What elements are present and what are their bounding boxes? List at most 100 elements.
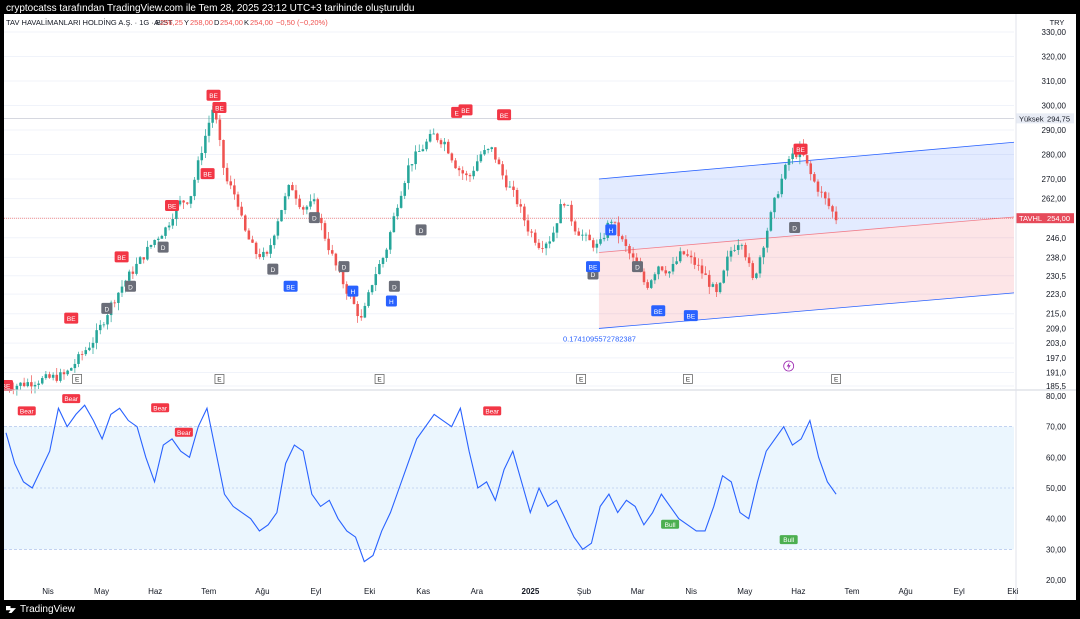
screenshot-frame: cryptocatss tarafından TradingView.com i… <box>0 0 1080 619</box>
x-axis-label-15: Tem <box>844 587 859 596</box>
candle-body <box>33 384 37 387</box>
candle-body <box>229 181 233 186</box>
signal-marker-text-9: BE <box>203 172 212 179</box>
candle-body <box>736 245 740 250</box>
ohlc-value-1: 258,00 <box>190 18 213 27</box>
candle-body <box>370 285 374 293</box>
candle-body <box>562 204 566 206</box>
candle-body <box>167 225 171 228</box>
candle-body <box>84 350 88 355</box>
channel-label: 0.1741095572782387 <box>563 334 636 343</box>
candle-body <box>602 237 606 240</box>
ohlc-label-3: K <box>244 18 249 27</box>
rsi-tick-6: 20,00 <box>1046 576 1067 585</box>
signal-marker-text-13: D <box>342 265 347 272</box>
candle-body <box>88 347 91 351</box>
divergence-text-0: Bear <box>20 408 35 415</box>
rsi-tick-2: 60,00 <box>1046 453 1067 462</box>
candle-body <box>704 273 707 275</box>
candle-body <box>414 151 417 165</box>
price-tick-15: 203,0 <box>1046 339 1067 348</box>
candle-body <box>421 149 425 152</box>
x-axis-label-6: Eki <box>364 587 375 596</box>
x-axis-label-2: Haz <box>148 587 162 596</box>
divergence-text-6: Bull <box>783 537 794 544</box>
chart-panel[interactable]: TAV HAVALİMANLARI HOLDİNG A.Ş. · 1G · BI… <box>0 14 1076 600</box>
candle-body <box>715 284 718 293</box>
candle-body <box>363 305 367 318</box>
candle-body <box>501 164 504 176</box>
candle-body <box>243 215 247 231</box>
candle-body <box>504 175 508 188</box>
candle-body <box>773 197 776 213</box>
candle-body <box>649 280 653 288</box>
candle-body <box>816 181 820 192</box>
candle-body <box>425 141 428 150</box>
candle-body <box>436 133 439 141</box>
currency-label: TRY <box>1050 18 1065 27</box>
candle-body <box>475 161 479 171</box>
candle-body <box>588 234 591 241</box>
candle-body <box>769 212 773 231</box>
footer-brand: TradingView <box>6 604 75 615</box>
candle-body <box>468 175 472 177</box>
signal-marker-text-21: D <box>591 272 596 279</box>
candle-body <box>450 153 454 161</box>
signal-marker-text-22: BE <box>589 265 598 272</box>
candle-body <box>69 368 73 371</box>
candle-body <box>762 247 765 258</box>
candle-body <box>552 232 555 242</box>
signal-marker-text-12: D <box>312 216 317 223</box>
candle-body <box>660 266 664 271</box>
candle-body <box>595 243 599 248</box>
candle-body <box>834 211 838 221</box>
candle-body <box>765 230 769 248</box>
candle-body <box>700 265 704 274</box>
price-rsi-chart[interactable]: TAV HAVALİMANLARI HOLDİNG A.Ş. · 1G · BI… <box>0 14 1076 600</box>
candle-body <box>610 221 613 223</box>
candle-body <box>443 141 446 145</box>
candle-body <box>341 270 345 285</box>
price-tick-11: 230,5 <box>1046 272 1067 281</box>
ohlc-label-1: Y <box>184 18 189 27</box>
candle-body <box>740 244 744 246</box>
signal-marker-text-26: BE <box>687 314 696 321</box>
price-tick-6: 270,00 <box>1042 175 1067 184</box>
earnings-marker-text-0: E <box>75 377 80 384</box>
candle-body <box>19 382 22 386</box>
candle-body <box>399 195 403 208</box>
candle-body <box>693 257 697 265</box>
candle-body <box>171 219 175 226</box>
signal-marker-text-4: D <box>128 284 133 291</box>
price-tick-16: 197,0 <box>1046 354 1067 363</box>
candle-body <box>146 246 149 260</box>
candle-body <box>30 382 33 387</box>
signal-marker-text-17: D <box>419 228 424 235</box>
candle-body <box>77 354 80 364</box>
candle-body <box>454 160 457 169</box>
candle-body <box>44 374 48 379</box>
high-line-value: 294,75 <box>1047 114 1070 123</box>
change-value: −0,50 (−0,20%) <box>276 18 328 27</box>
candle-body <box>127 271 131 281</box>
signal-marker-text-24: D <box>635 265 640 272</box>
candle-body <box>530 231 533 233</box>
candle-body <box>533 232 537 243</box>
candle-body <box>432 133 436 135</box>
candle-body <box>381 257 385 264</box>
candle-body <box>182 200 185 203</box>
candle-body <box>780 178 784 195</box>
candle-body <box>776 194 780 198</box>
candle-body <box>204 135 207 154</box>
candle-body <box>497 159 501 165</box>
signal-marker-text-2: D <box>104 306 109 313</box>
candle-body <box>548 241 552 244</box>
candle-body <box>80 354 84 355</box>
candle-body <box>240 206 243 216</box>
candle-body <box>805 155 809 164</box>
candle-body <box>385 249 388 258</box>
earnings-marker-text-5: E <box>834 377 839 384</box>
candle-body <box>410 164 414 166</box>
divergence-text-4: Bear <box>485 408 500 415</box>
candle-body <box>417 151 421 152</box>
